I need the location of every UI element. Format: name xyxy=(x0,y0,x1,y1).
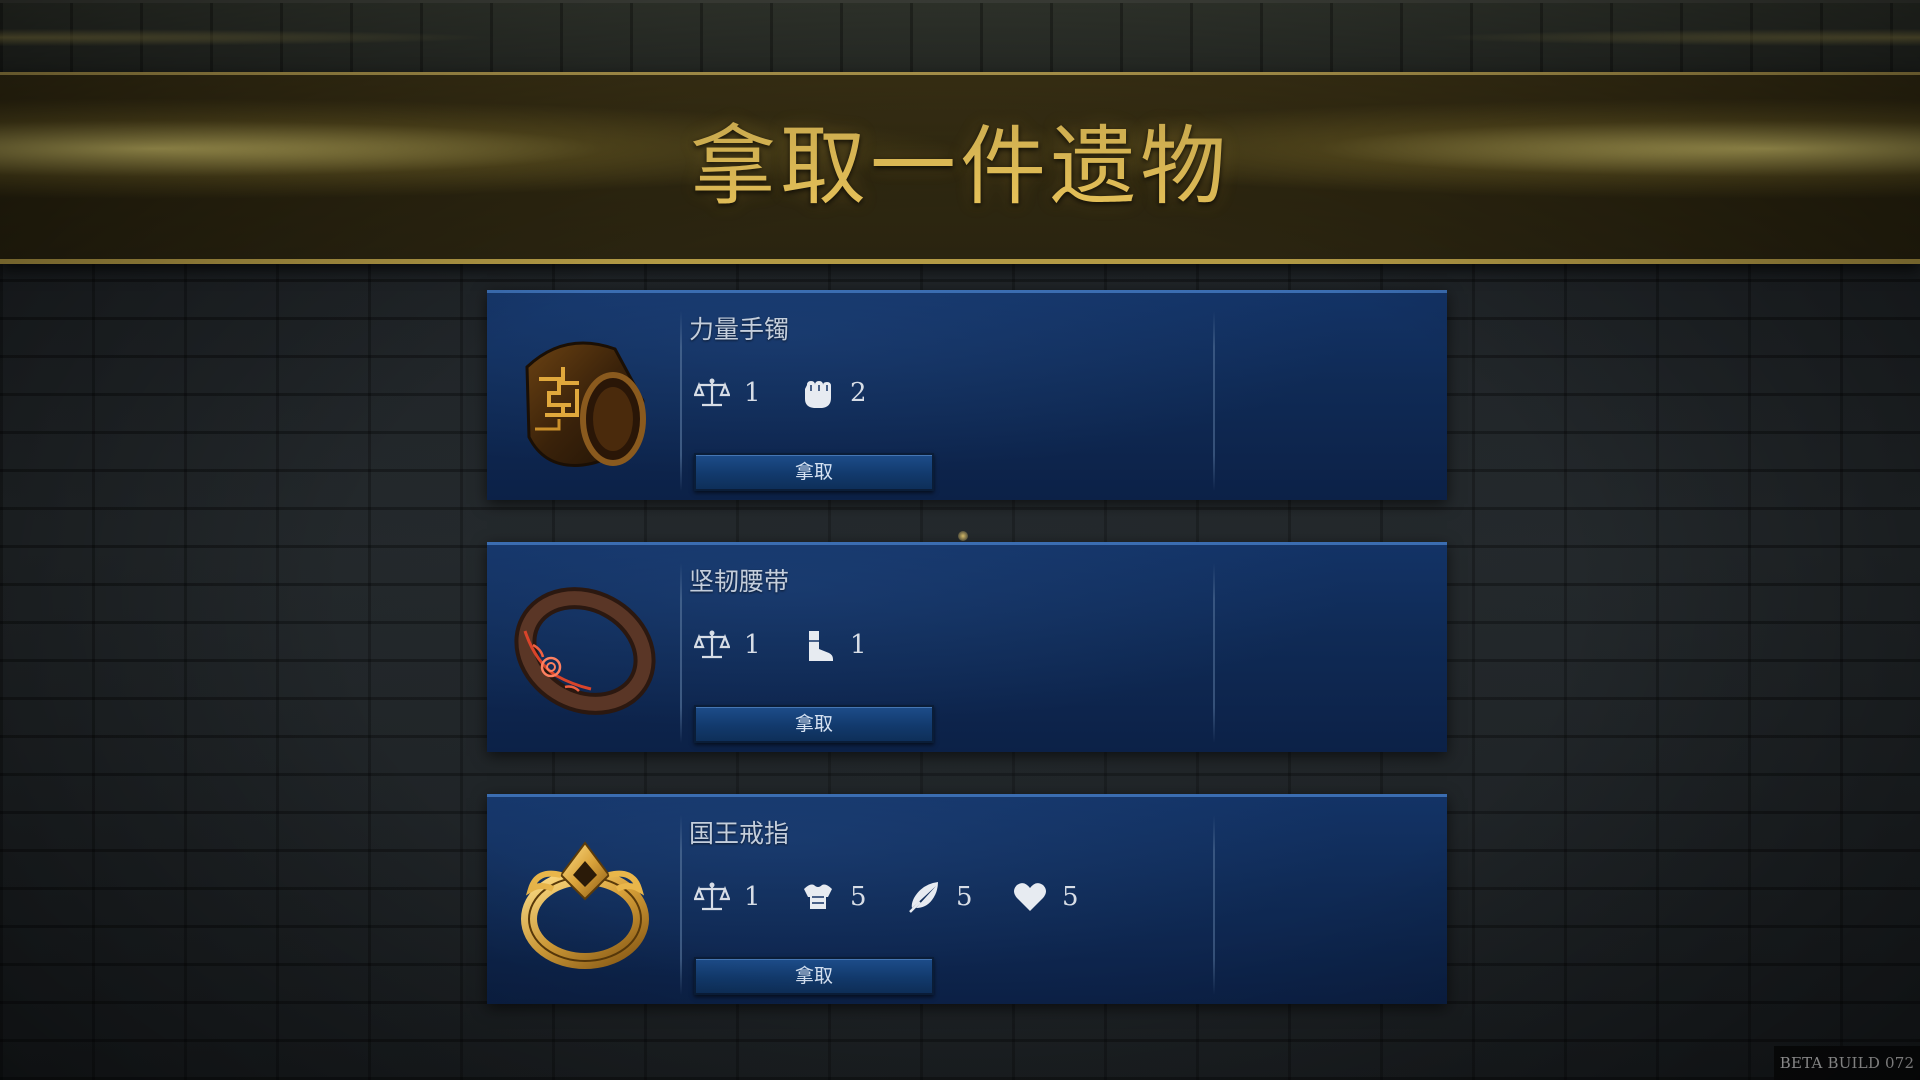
card-divider xyxy=(680,563,682,743)
relic-card-strength-bracer: 力量手镯 1 2 拿取 xyxy=(487,290,1447,500)
relic-stats: 1 5 5 5 xyxy=(694,877,1118,917)
stat-speed: 1 xyxy=(800,625,906,665)
fist-icon xyxy=(800,375,836,411)
scales-icon xyxy=(694,627,730,663)
take-button[interactable]: 拿取 xyxy=(694,705,934,743)
heart-icon xyxy=(1012,879,1048,915)
card-divider xyxy=(1213,311,1215,491)
page-title: 拿取一件遗物 xyxy=(690,117,1230,217)
title-banner: 拿取一件遗物 xyxy=(0,72,1920,264)
stat-value: 1 xyxy=(850,630,867,660)
relic-selection-screen: 拿取一件遗物 力量手镯 1 2 拿取 坚韧腰带 1 1 拿取 国王戒指 1 5 … xyxy=(0,0,1920,1080)
feather-icon xyxy=(906,879,942,915)
take-button[interactable]: 拿取 xyxy=(694,453,934,491)
card-divider xyxy=(680,815,682,995)
card-divider xyxy=(680,311,682,491)
stat-value: 5 xyxy=(956,882,973,912)
take-button[interactable]: 拿取 xyxy=(694,957,934,995)
belt-art xyxy=(505,571,665,731)
relic-name: 国王戒指 xyxy=(689,819,790,848)
sparkle xyxy=(958,531,968,541)
stat-weight: 1 xyxy=(694,625,800,665)
boot-icon xyxy=(800,627,836,663)
stat-value: 5 xyxy=(1062,882,1079,912)
stat-agility: 5 xyxy=(906,877,1012,917)
relic-list: 力量手镯 1 2 拿取 坚韧腰带 1 1 拿取 国王戒指 1 5 5 5 拿取 xyxy=(487,290,1447,1004)
build-version-label: BETA BUILD 072 xyxy=(1774,1046,1920,1080)
stat-weight: 1 xyxy=(694,373,800,413)
stat-value: 1 xyxy=(744,882,761,912)
stat-value: 1 xyxy=(744,378,761,408)
scales-icon xyxy=(694,879,730,915)
relic-card-king-ring: 国王戒指 1 5 5 5 拿取 xyxy=(487,794,1447,1004)
bracer-art xyxy=(505,319,665,479)
relic-card-tough-belt: 坚韧腰带 1 1 拿取 xyxy=(487,542,1447,752)
ring-art xyxy=(505,823,665,983)
stat-strength: 2 xyxy=(800,373,906,413)
stat-health: 5 xyxy=(1012,877,1118,917)
card-divider xyxy=(1213,563,1215,743)
armor-icon xyxy=(800,879,836,915)
stat-armor: 5 xyxy=(800,877,906,917)
top-stone-strip xyxy=(0,0,1920,72)
relic-stats: 1 2 xyxy=(694,373,906,413)
stat-value: 2 xyxy=(850,378,867,408)
scales-icon xyxy=(694,375,730,411)
stat-weight: 1 xyxy=(694,877,800,917)
relic-name: 力量手镯 xyxy=(689,315,790,344)
stat-value: 1 xyxy=(744,630,761,660)
card-divider xyxy=(1213,815,1215,995)
relic-stats: 1 1 xyxy=(694,625,906,665)
stat-value: 5 xyxy=(850,882,867,912)
relic-name: 坚韧腰带 xyxy=(689,567,790,596)
